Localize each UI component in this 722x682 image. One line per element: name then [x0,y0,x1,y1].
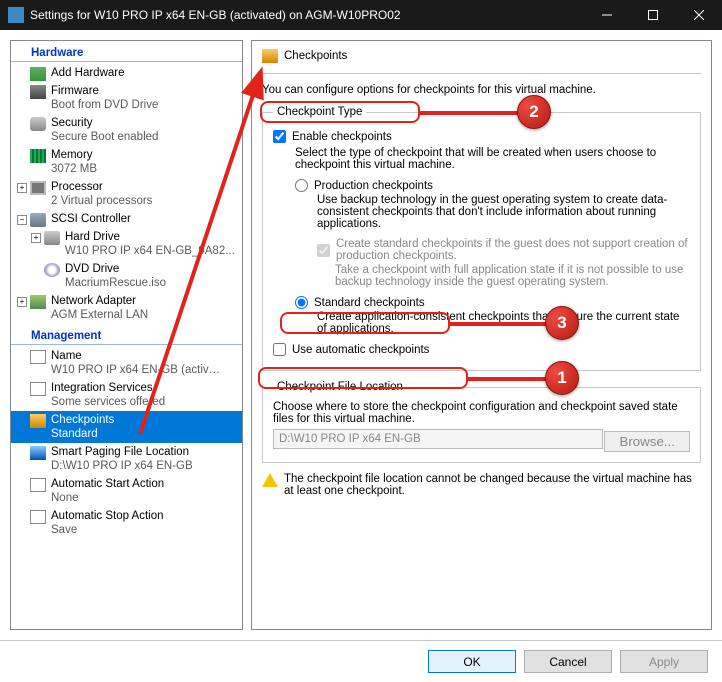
location-desc: Choose where to store the checkpoint con… [273,401,690,425]
tree-checkpoints[interactable]: CheckpointsStandard [11,411,242,443]
checkpoint-type-legend: Checkpoint Type [273,106,366,118]
tree-network[interactable]: + Network AdapterAGM External LAN [11,292,242,324]
cancel-button[interactable]: Cancel [524,650,612,673]
production-checkpoints-row[interactable]: Production checkpoints [295,179,690,192]
settings-panel: Checkpoints You can configure options fo… [251,40,712,630]
hard-drive-icon [44,231,60,245]
expander-icon[interactable]: + [17,183,27,193]
ok-button[interactable]: OK [428,650,516,673]
tree-memory[interactable]: Memory3072 MB [11,146,242,178]
expander-icon[interactable]: − [17,215,27,225]
close-button[interactable] [676,0,722,30]
panel-header: Checkpoints [262,49,701,63]
production-note: Take a checkpoint with full application … [335,264,690,288]
auto-checkpoints-checkbox[interactable] [273,343,286,356]
tree-name[interactable]: NameW10 PRO IP x64 EN-GB (activated) [11,347,242,379]
browse-button: Browse... [604,431,690,452]
tree-smart-paging[interactable]: Smart Paging File LocationD:\W10 PRO IP … [11,443,242,475]
tree-processor[interactable]: + Processor2 Virtual processors [11,178,242,210]
tree-hard-drive[interactable]: + Hard DriveW10 PRO IP x64 EN-GB_9A82... [11,228,242,260]
tree-firmware[interactable]: FirmwareBoot from DVD Drive [11,82,242,114]
tree-scsi[interactable]: − SCSI Controller [11,210,242,228]
firmware-icon [30,85,46,99]
tree-auto-start[interactable]: Automatic Start ActionNone [11,475,242,507]
standard-label: Standard checkpoints [314,297,425,309]
auto-stop-icon [30,510,46,524]
integration-icon [30,382,46,396]
hardware-icon [30,67,46,81]
titlebar: Settings for W10 PRO IP x64 EN-GB (activ… [0,0,722,30]
enable-checkpoints-label: Enable checkpoints [292,131,392,143]
warning-icon [262,473,278,487]
tree-auto-stop[interactable]: Automatic Stop ActionSave [11,507,242,539]
name-icon [30,350,46,364]
checkpoint-type-group: Checkpoint Type Enable checkpoints Selec… [262,106,701,371]
enable-checkpoints-row[interactable]: Enable checkpoints [273,130,690,143]
production-label: Production checkpoints [314,180,433,192]
production-radio[interactable] [295,179,308,192]
dvd-icon [44,263,60,277]
settings-tree[interactable]: Hardware Add Hardware FirmwareBoot from … [10,40,243,630]
expander-icon[interactable]: + [31,233,41,243]
apply-button: Apply [620,650,708,673]
memory-icon [30,149,46,163]
content-area: Hardware Add Hardware FirmwareBoot from … [0,30,722,640]
standard-checkpoints-row[interactable]: Standard checkpoints [295,296,690,309]
minimize-button[interactable] [584,0,630,30]
smart-paging-icon [30,446,46,460]
enable-checkpoints-checkbox[interactable] [273,130,286,143]
production-fallback-checkbox [317,244,330,257]
tree-add-hardware[interactable]: Add Hardware [11,64,242,82]
auto-checkpoints-row[interactable]: Use automatic checkpoints [273,343,690,356]
warning-row: The checkpoint file location cannot be c… [262,473,701,497]
auto-checkpoints-label: Use automatic checkpoints [292,344,429,356]
app-icon [8,7,24,23]
scsi-icon [30,213,46,227]
type-description: Select the type of checkpoint that will … [295,147,690,171]
auto-start-icon [30,478,46,492]
expander-icon[interactable]: + [17,297,27,307]
checkpoints-icon [262,49,278,63]
processor-icon [30,181,46,195]
production-fallback-label: Create standard checkpoints if the guest… [336,238,690,262]
checkpoints-icon [30,414,46,428]
checkpoint-location-group: Checkpoint File Location Choose where to… [262,381,701,463]
production-desc: Use backup technology in the guest opera… [317,194,690,230]
network-icon [30,295,46,309]
tree-dvd-drive[interactable]: DVD DriveMacriumRescue.iso [11,260,242,292]
maximize-button[interactable] [630,0,676,30]
standard-desc: Create application-consistent checkpoint… [317,311,690,335]
panel-title: Checkpoints [284,50,347,62]
window-title: Settings for W10 PRO IP x64 EN-GB (activ… [30,8,584,22]
location-path: D:\W10 PRO IP x64 EN-GB [273,429,603,449]
panel-intro: You can configure options for checkpoint… [262,84,701,96]
dialog-buttons: OK Cancel Apply [0,640,722,682]
tree-security[interactable]: SecuritySecure Boot enabled [11,114,242,146]
location-legend: Checkpoint File Location [273,381,407,393]
security-icon [30,117,46,131]
warning-text: The checkpoint file location cannot be c… [284,473,701,497]
management-section-header: Management [11,324,242,345]
production-fallback-row: Create standard checkpoints if the guest… [317,238,690,262]
tree-integration[interactable]: Integration ServicesSome services offere… [11,379,242,411]
standard-radio[interactable] [295,296,308,309]
hardware-section-header: Hardware [11,41,242,62]
